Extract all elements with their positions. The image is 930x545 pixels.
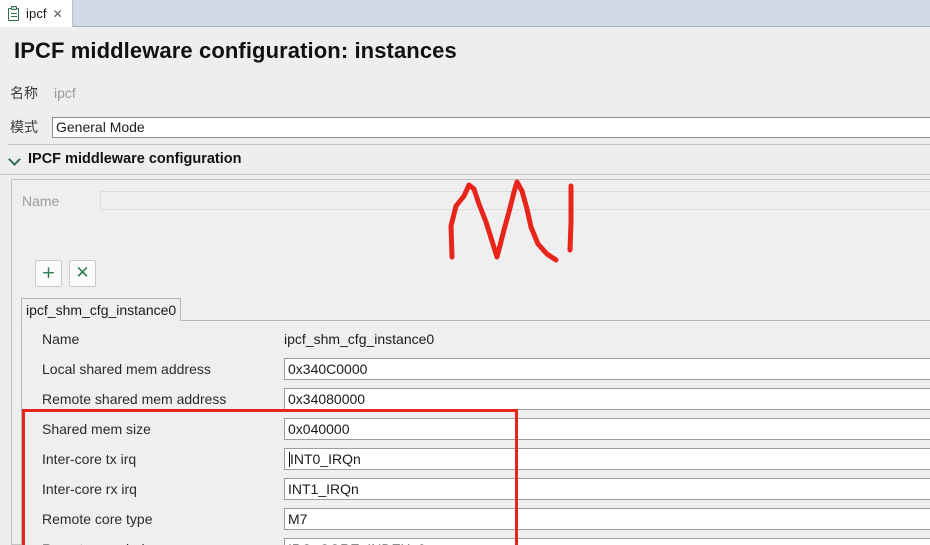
name-value: ipcf <box>54 85 76 101</box>
name-label: 名称 <box>10 86 38 102</box>
filter-input[interactable] <box>100 191 930 210</box>
field-label-local-shared-mem-address: Local shared mem address <box>42 361 211 377</box>
mode-label: 模式 <box>10 120 38 136</box>
field-input-remote-shared-mem-address[interactable]: 0x34080000 <box>284 388 930 410</box>
field-value-name: ipcf_shm_cfg_instance0 <box>284 331 435 347</box>
page-title: IPCF middleware configuration: instances <box>14 38 457 63</box>
filter-row: Name <box>22 191 930 210</box>
section-divider <box>0 174 930 175</box>
filter-label: Name <box>22 192 60 209</box>
editor-tab-ipcf[interactable]: ipcf ✕ <box>0 0 73 27</box>
instance-tab-0[interactable]: ipcf_shm_cfg_instance0 <box>21 298 182 321</box>
field-label-remote-shared-mem-address: Remote shared mem address <box>42 391 227 407</box>
header-divider <box>8 144 930 145</box>
property-row-name: 名称 ipcf <box>0 81 76 105</box>
highlight-rectangle <box>22 409 518 545</box>
field-label-name: Name <box>42 331 80 347</box>
add-instance-button[interactable]: + <box>35 260 62 287</box>
config-file-icon <box>7 5 21 22</box>
editor-tab-label: ipcf <box>26 6 47 21</box>
section-header[interactable]: IPCF middleware configuration <box>10 151 242 167</box>
field-input-local-shared-mem-address[interactable]: 0x340C0000 <box>284 358 930 380</box>
section-title: IPCF middleware configuration <box>28 151 242 167</box>
instance-tab-bar: ipcf_shm_cfg_instance0 <box>21 298 930 321</box>
mode-input[interactable]: General Mode <box>52 116 930 138</box>
editor-tab-strip: ipcf ✕ <box>0 0 930 27</box>
eclipse-form-editor: ipcf ✕ IPCF middleware configuration: in… <box>0 0 930 545</box>
property-row-mode: 模式 General Mode <box>0 115 930 139</box>
remove-instance-button[interactable]: ✕ <box>69 260 96 287</box>
close-icon[interactable]: ✕ <box>53 8 63 20</box>
chevron-down-icon[interactable] <box>10 154 21 165</box>
instance-toolbar: + ✕ <box>35 260 96 287</box>
